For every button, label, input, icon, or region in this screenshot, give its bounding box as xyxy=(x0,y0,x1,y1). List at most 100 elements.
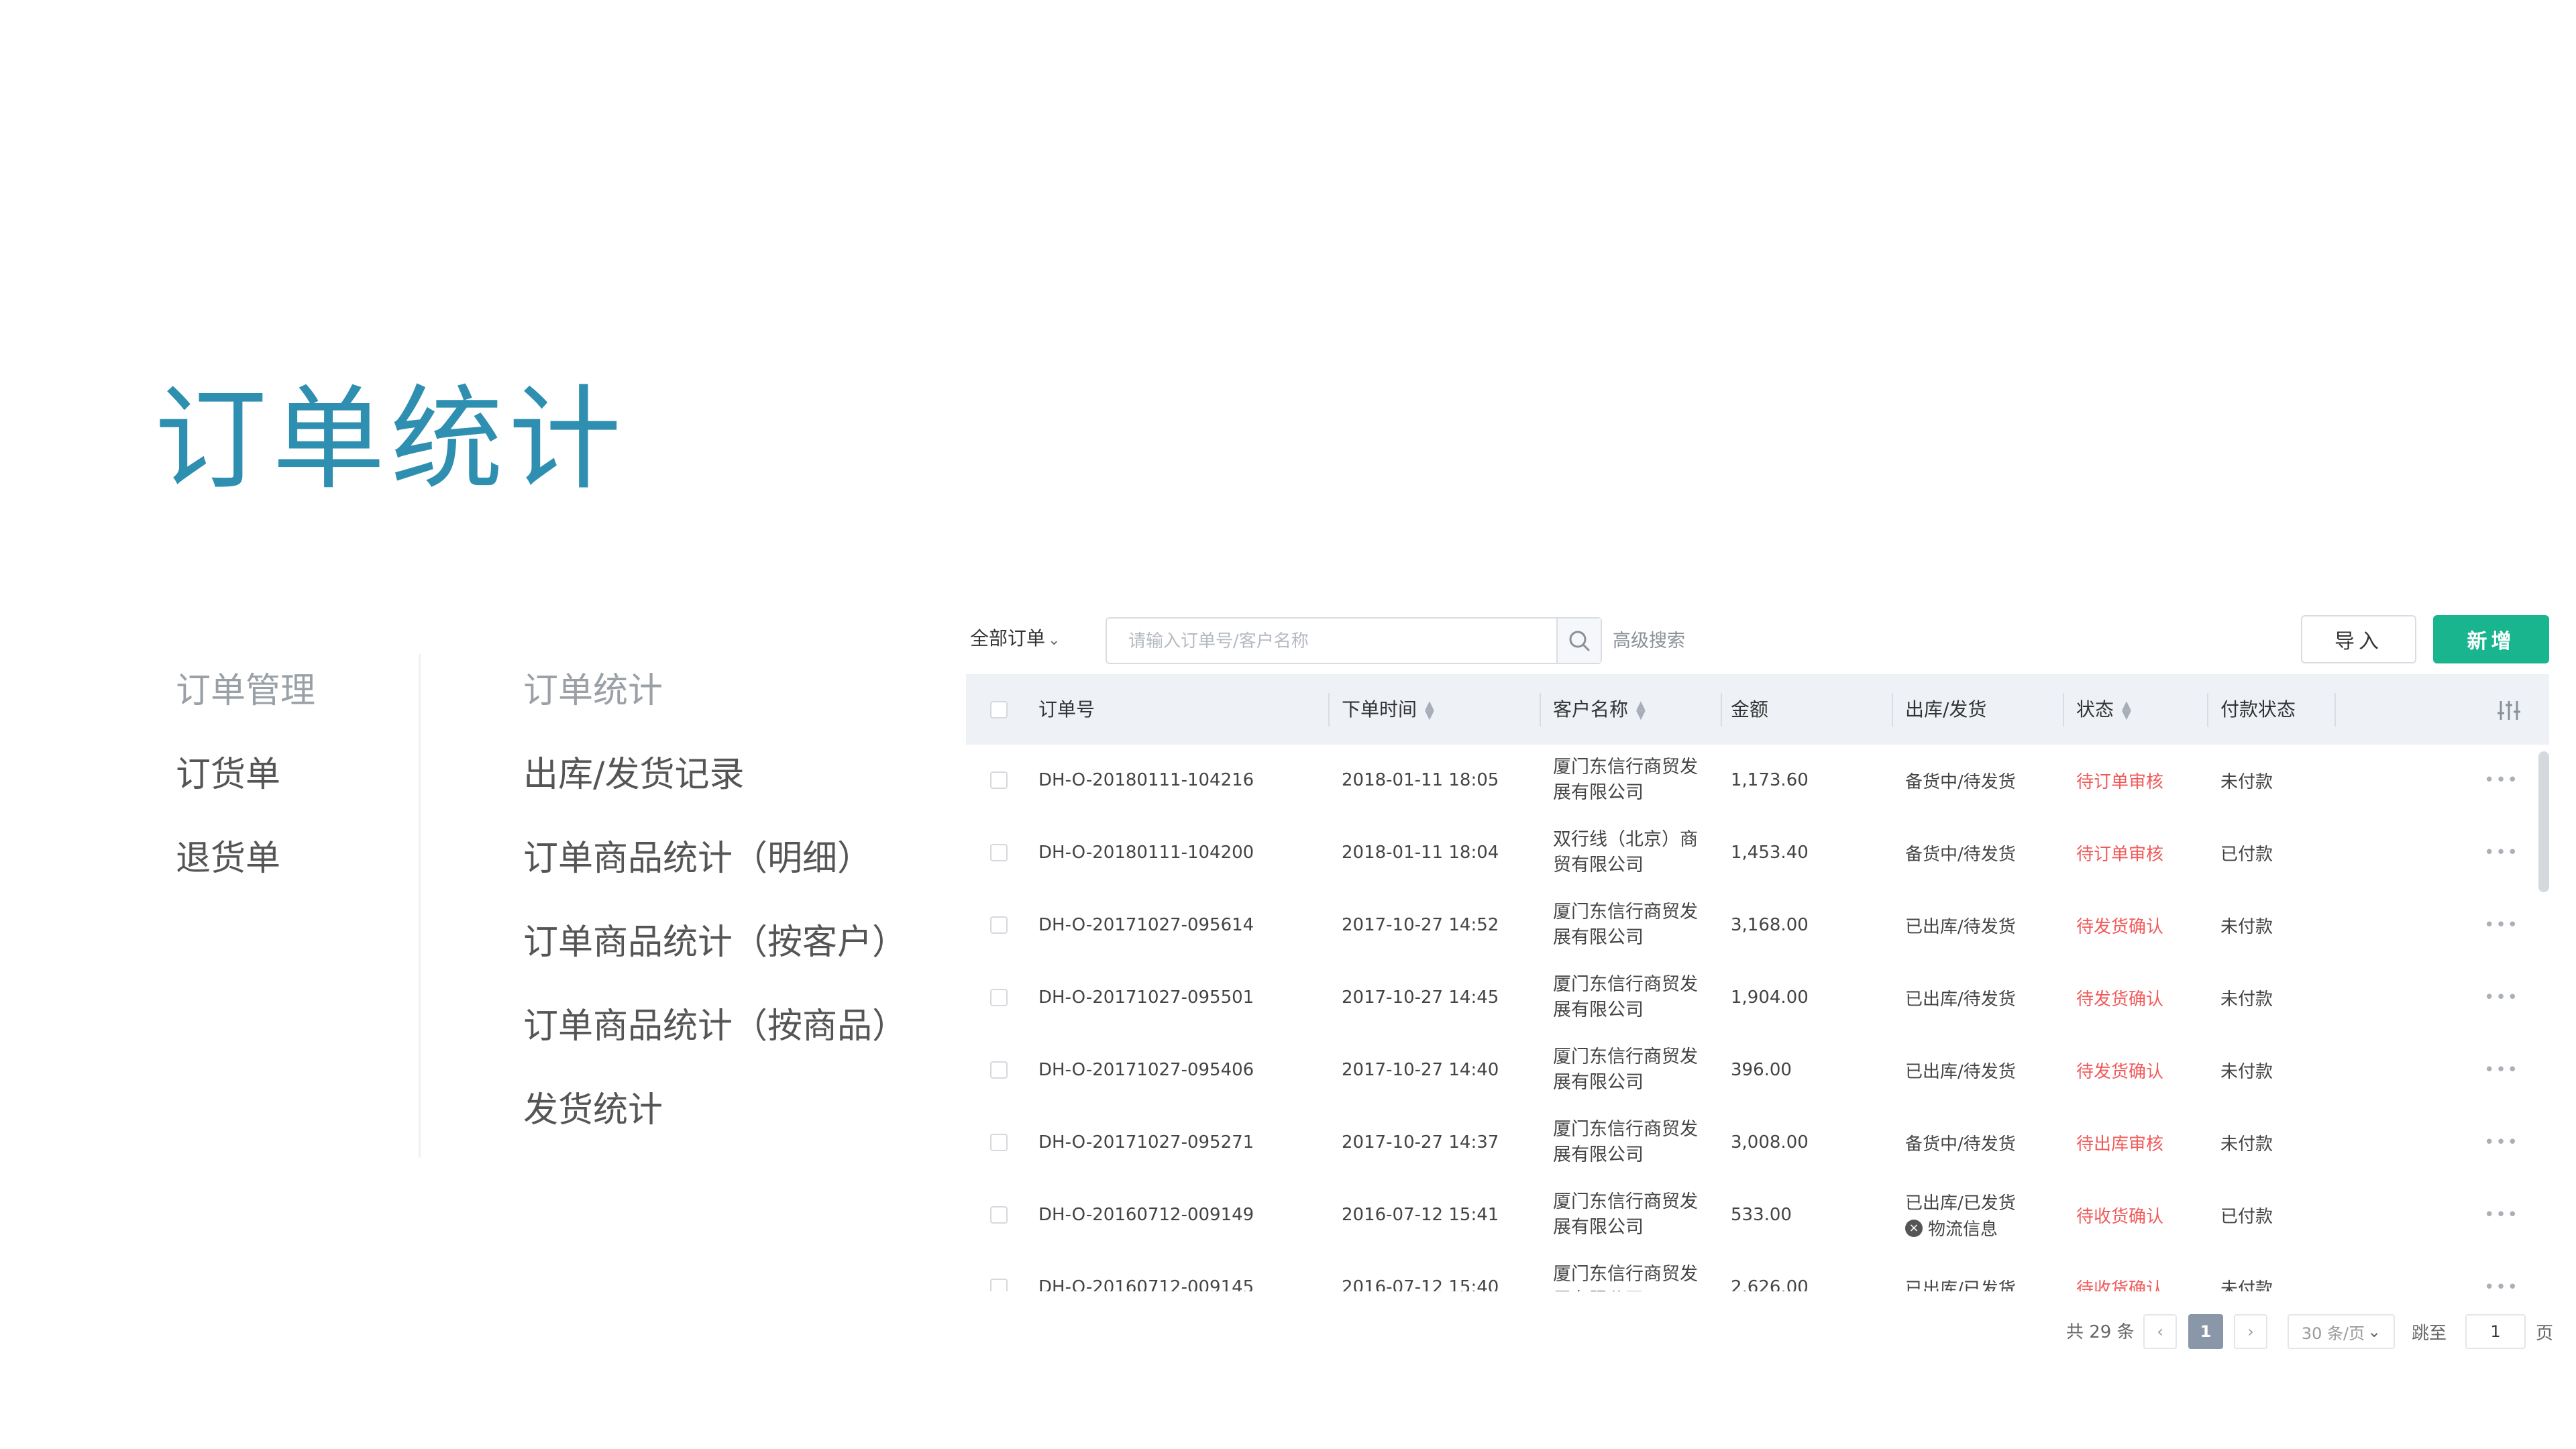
nav-item-product-stats-by-customer[interactable]: 订单商品统计（按客户） xyxy=(523,922,907,963)
cell-customer-text: 厦门东信行商贸发展有限公司 xyxy=(1553,902,1698,948)
table-row[interactable]: DH-O-20160712-009145 2016-07-12 15:40 厦门东信… xyxy=(966,1252,2536,1291)
cell-order-time: 2018-01-11 18:04 xyxy=(1342,817,1499,888)
cell-customer-text: 厦门东信行商贸发展有限公司 xyxy=(1553,1119,1698,1165)
table-row[interactable]: DH-O-20171027-095406 2017-10-27 14:40 厦门东信… xyxy=(966,1034,2536,1108)
cell-customer: 双行线（北京）商贸有限公司 xyxy=(1553,817,1714,888)
cell-payment-text: 未付款 xyxy=(2220,1061,2273,1082)
column-separator xyxy=(1328,693,1330,727)
cell-order-no: DH-O-20171027-095406 xyxy=(1038,1034,1254,1106)
table-row[interactable]: DH-O-20180111-104216 2018-01-11 18:05 厦门东信… xyxy=(966,745,2536,818)
table-row[interactable]: DH-O-20180111-104200 2018-01-11 18:04 双行线（… xyxy=(966,817,2536,891)
cell-status-text: 待收货确认 xyxy=(2076,1206,2164,1227)
cell-order-no-text: DH-O-20171027-095614 xyxy=(1038,915,1254,935)
nav-heading-order-management: 订单管理 xyxy=(176,671,316,711)
header-customer-label: 客户名称 xyxy=(1553,698,1629,720)
cell-amount-text: 533.00 xyxy=(1731,1205,1792,1225)
sort-icon: ▲ ▼ xyxy=(2122,698,2131,722)
cell-order-time-text: 2017-10-27 14:45 xyxy=(1342,987,1499,1008)
advanced-search-link[interactable]: 高级搜索 xyxy=(1613,626,1685,652)
nav-item-product-stats-detail[interactable]: 订单商品统计（明细） xyxy=(523,839,907,879)
table-row[interactable]: DH-O-20171027-095501 2017-10-27 14:45 厦门东信… xyxy=(966,962,2536,1036)
search-icon xyxy=(1569,631,1590,651)
logistics-info-label: 物流信息 xyxy=(1928,1220,1998,1240)
cell-order-time: 2017-10-27 14:40 xyxy=(1342,1034,1499,1106)
cell-status: 待发货确认 xyxy=(2076,1034,2163,1106)
column-settings-button[interactable] xyxy=(2496,674,2522,745)
cell-order-no: DH-O-20171027-095501 xyxy=(1038,962,1254,1033)
row-checkbox[interactable] xyxy=(990,1279,1008,1291)
row-checkbox[interactable] xyxy=(990,1134,1008,1151)
cell-order-no: DH-O-20180111-104216 xyxy=(1038,745,1254,816)
cell-order-time-text: 2018-01-11 18:05 xyxy=(1342,770,1499,790)
logistics-info-link[interactable]: × 物流信息 xyxy=(1905,1216,1998,1240)
header-status[interactable]: 状态 ▲ ▼ xyxy=(2076,674,2131,745)
nav-heading-order-statistics: 订单统计 xyxy=(523,671,663,711)
cell-order-time: 2016-07-12 15:40 xyxy=(1342,1252,1499,1291)
row-checkbox[interactable] xyxy=(990,844,1008,861)
cell-status: 待订单审核 xyxy=(2076,817,2163,888)
cell-status-text: 待发货确认 xyxy=(2076,916,2164,937)
column-settings-icon xyxy=(2498,701,2520,720)
next-page-button[interactable]: › xyxy=(2234,1314,2267,1349)
jump-page-input[interactable]: 1 xyxy=(2465,1314,2526,1349)
cell-amount: 3,008.00 xyxy=(1731,1107,1809,1178)
column-separator xyxy=(2063,693,2064,727)
chevron-left-icon: ‹ xyxy=(2157,1322,2163,1341)
more-actions-icon[interactable]: ••• xyxy=(2484,1107,2519,1178)
cell-payment: 未付款 xyxy=(2220,745,2273,816)
nav-item-shipping-stats[interactable]: 发货统计 xyxy=(523,1090,907,1130)
cell-payment-text: 已付款 xyxy=(2220,1206,2273,1227)
cell-order-time-text: 2017-10-27 14:40 xyxy=(1342,1060,1499,1080)
row-checkbox[interactable] xyxy=(990,771,1008,789)
nav-item-return-order[interactable]: 退货单 xyxy=(176,839,315,879)
more-actions-icon[interactable]: ••• xyxy=(2484,745,2519,816)
nav-column-order-management: 订单管理 订货单 退货单 xyxy=(176,671,315,922)
nav-item-shipment-records[interactable]: 出库/发货记录 xyxy=(523,755,907,795)
select-all-checkbox[interactable] xyxy=(990,701,1008,718)
order-filter-dropdown[interactable]: 全部订单 ⌄ xyxy=(970,624,1060,651)
import-button[interactable]: 导入 xyxy=(2301,615,2416,663)
table-row[interactable]: DH-O-20171027-095614 2017-10-27 14:52 厦门东信… xyxy=(966,890,2536,963)
row-checkbox[interactable] xyxy=(990,1206,1008,1224)
nav-item-product-stats-by-product[interactable]: 订单商品统计（按商品） xyxy=(523,1006,907,1046)
cell-amount-text: 1,904.00 xyxy=(1731,987,1809,1008)
row-checkbox[interactable] xyxy=(990,1061,1008,1079)
table-row[interactable]: DH-O-20160712-009149 2016-07-12 15:41 厦门东信… xyxy=(966,1179,2536,1253)
more-actions-icon[interactable]: ••• xyxy=(2484,890,2519,961)
nav-item-purchase-order[interactable]: 订货单 xyxy=(176,755,315,795)
header-order-time[interactable]: 下单时间 ▲ ▼ xyxy=(1342,674,1434,745)
cell-amount: 533.00 xyxy=(1731,1179,1792,1250)
row-checkbox[interactable] xyxy=(990,989,1008,1006)
order-filter-label: 全部订单 xyxy=(970,627,1046,649)
row-checkbox[interactable] xyxy=(990,916,1008,934)
cell-status-text: 待出库审核 xyxy=(2076,1134,2164,1155)
sort-icon: ▲ ▼ xyxy=(1425,698,1434,722)
add-button[interactable]: 新增 xyxy=(2433,615,2549,663)
search-button[interactable] xyxy=(1556,619,1601,663)
page-1-button[interactable]: 1 xyxy=(2188,1314,2223,1349)
cell-order-time: 2017-10-27 14:37 xyxy=(1342,1107,1499,1178)
more-actions-icon[interactable]: ••• xyxy=(2484,1179,2519,1250)
table-row[interactable]: DH-O-20171027-095271 2017-10-27 14:37 厦门东信… xyxy=(966,1107,2536,1181)
cell-shipping: 备货中/待发货 xyxy=(1905,817,2016,888)
cell-status-text: 待发货确认 xyxy=(2076,1061,2164,1082)
prev-page-button[interactable]: ‹ xyxy=(2143,1314,2177,1349)
cell-order-no: DH-O-20160712-009145 xyxy=(1038,1252,1254,1291)
cell-amount-text: 2,626.00 xyxy=(1731,1277,1809,1291)
header-customer[interactable]: 客户名称 ▲ ▼ xyxy=(1553,674,1646,745)
vertical-scrollbar[interactable] xyxy=(2538,751,2549,892)
nav-divider xyxy=(419,654,421,1157)
cell-payment-text: 未付款 xyxy=(2220,771,2273,792)
cell-amount-text: 1,173.60 xyxy=(1731,770,1809,790)
more-actions-icon[interactable]: ••• xyxy=(2484,817,2519,888)
more-actions-icon[interactable]: ••• xyxy=(2484,962,2519,1033)
search-input[interactable] xyxy=(1127,619,1546,664)
more-actions-icon[interactable]: ••• xyxy=(2484,1252,2519,1291)
page-size-select[interactable]: 30 条/页 ⌄ xyxy=(2288,1314,2395,1349)
cell-status: 待收货确认 xyxy=(2076,1179,2163,1250)
cell-shipping-text: 已出库/已发货 xyxy=(1905,1193,2016,1214)
cell-status-text: 待订单审核 xyxy=(2076,771,2164,792)
more-actions-icon[interactable]: ••• xyxy=(2484,1034,2519,1106)
chevron-down-icon: ⌄ xyxy=(1048,632,1061,649)
cell-order-time-text: 2018-01-11 18:04 xyxy=(1342,843,1499,863)
